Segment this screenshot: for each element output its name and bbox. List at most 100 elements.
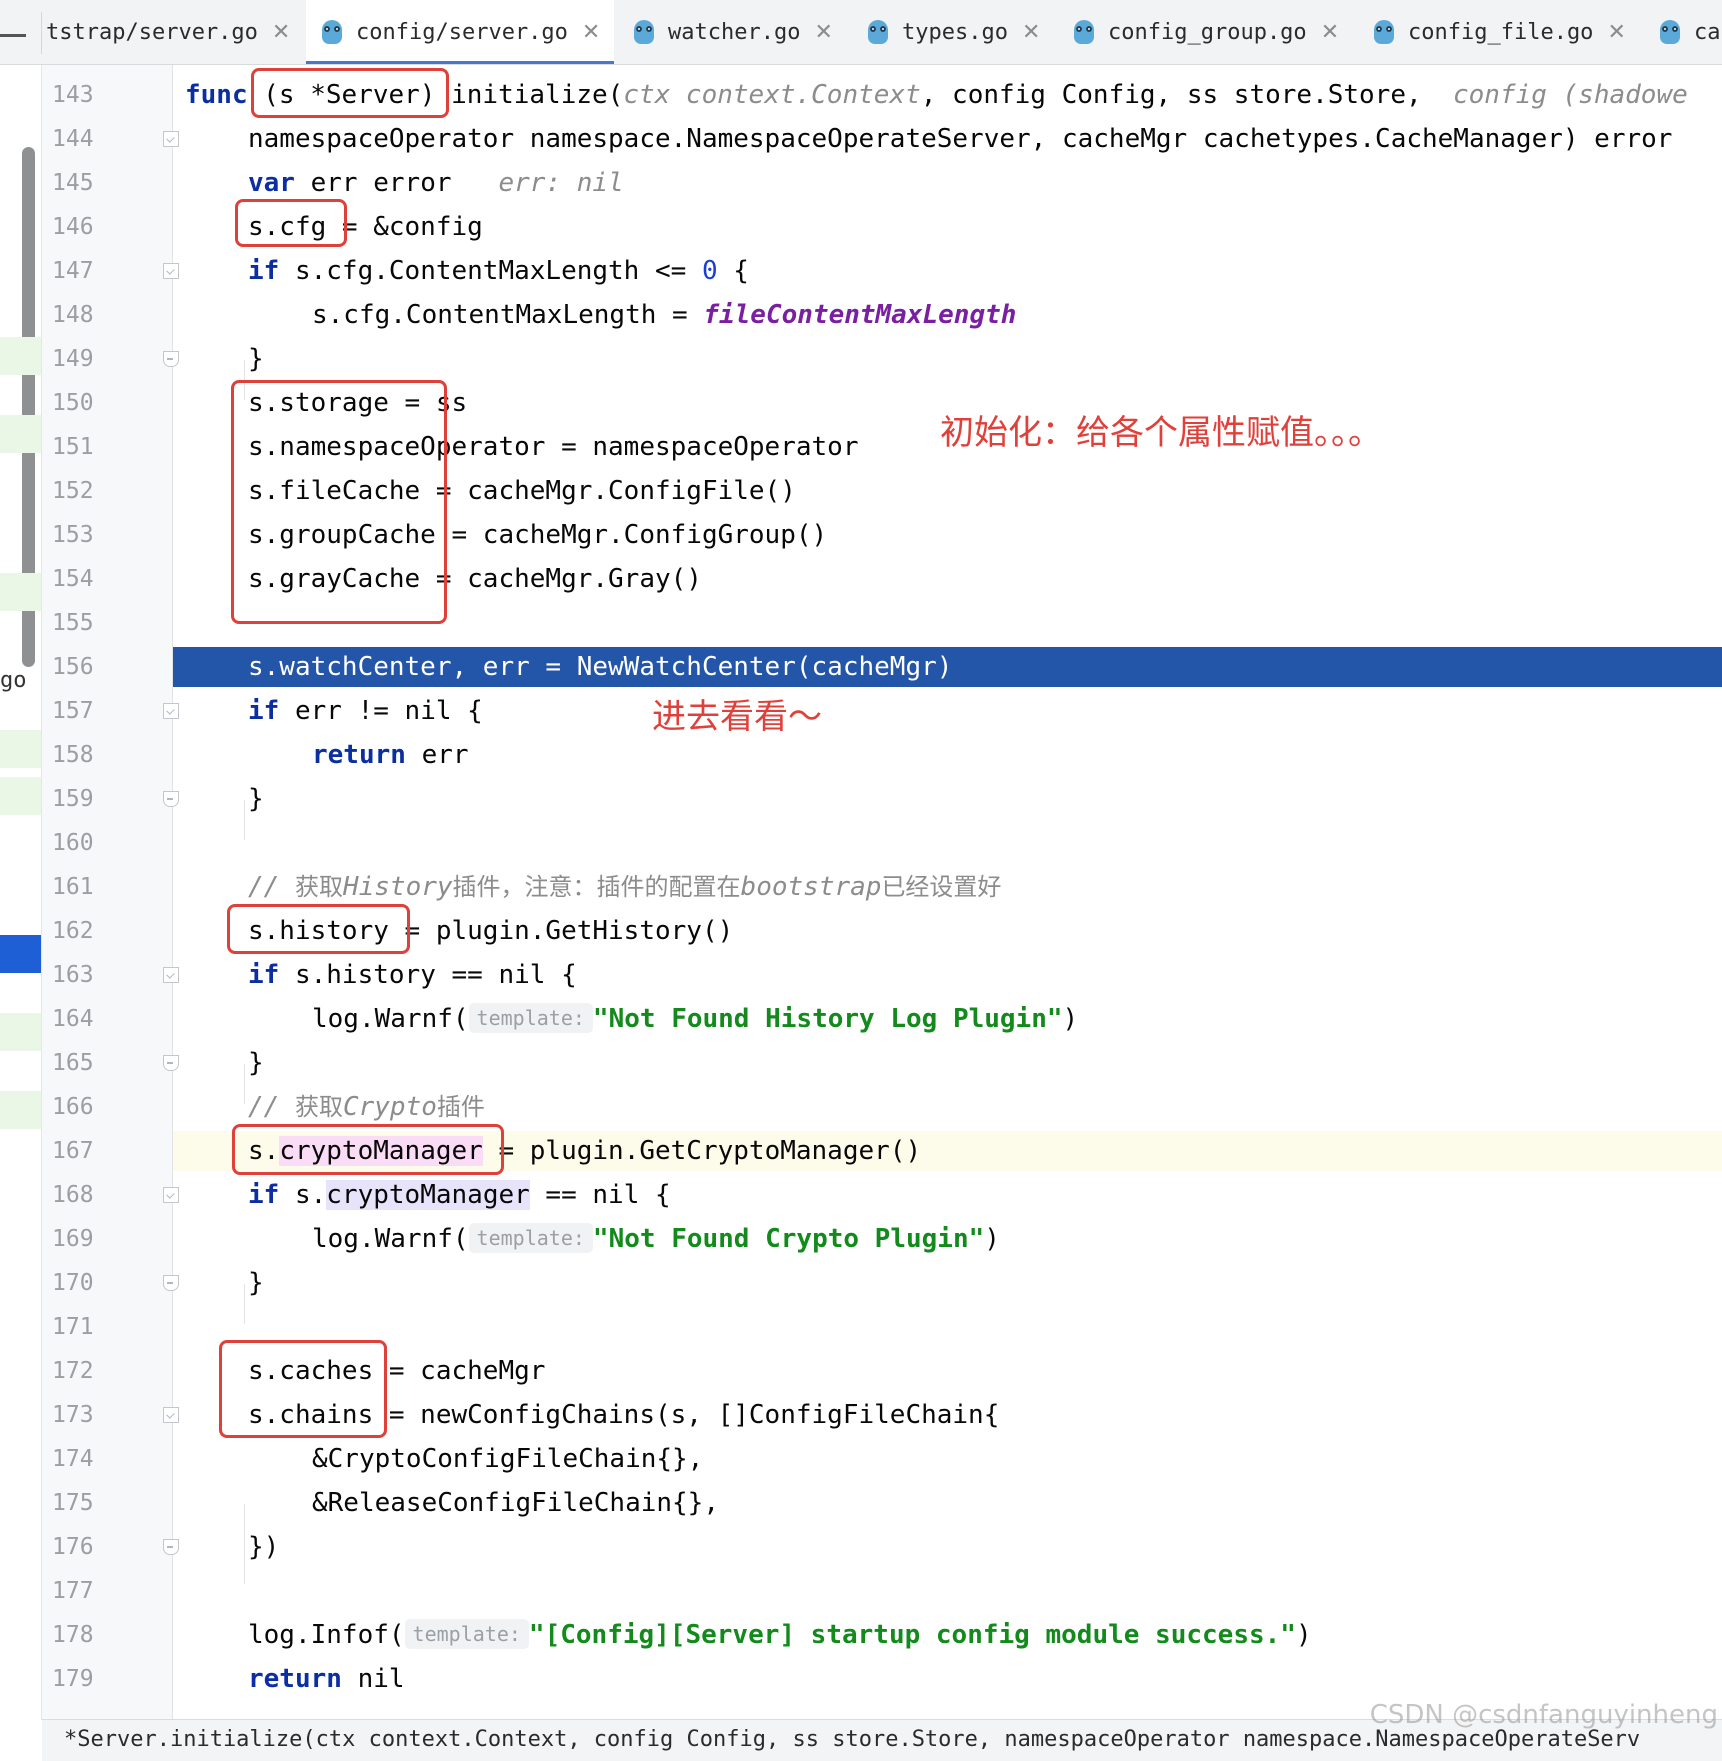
gopher-icon	[1074, 20, 1094, 44]
inline-value-hint: err: nil	[498, 168, 624, 198]
close-icon[interactable]: ✕	[1607, 20, 1625, 45]
tab-label: watcher.go	[668, 19, 801, 45]
line-number: 152	[52, 478, 94, 504]
gopher-icon	[868, 20, 888, 44]
watermark: CSDN @csdnfanguyinheng	[1369, 1700, 1718, 1730]
annotation-init-note: 初始化：给各个属性赋值。。。	[940, 413, 1382, 453]
annotation-box-caches-chains	[219, 1340, 387, 1438]
parameter-hint: template:	[468, 1223, 593, 1253]
code-line-175[interactable]: &ReleaseConfigFileChain{},	[173, 1483, 1722, 1523]
code-line-166[interactable]: // 获取Crypto插件	[173, 1087, 1722, 1127]
line-number: 145	[52, 170, 94, 196]
line-number: 173	[52, 1402, 94, 1428]
parameter-hint: template:	[468, 1003, 593, 1033]
code-line-172[interactable]: s.caches = cacheMgr	[173, 1351, 1722, 1391]
line-number: 161	[52, 874, 94, 900]
tab-types-go[interactable]: types.go ✕	[868, 0, 1040, 64]
tab-label: config/server.go	[356, 19, 568, 45]
annotation-box-cfg	[235, 199, 347, 247]
line-number: 147	[52, 258, 94, 284]
close-icon[interactable]: ✕	[814, 20, 832, 45]
change-marker	[0, 1013, 41, 1051]
annotation-box-fields	[231, 380, 447, 624]
code-line-179[interactable]: return nil	[173, 1659, 1722, 1699]
line-number: 148	[52, 302, 94, 328]
change-marker	[0, 777, 41, 815]
code-line-170[interactable]: }	[173, 1263, 1722, 1303]
project-panel-edge: go	[0, 65, 42, 1720]
line-number: 150	[52, 390, 94, 416]
tab-config-group-go[interactable]: config_group.go ✕	[1074, 0, 1339, 64]
code-line-159[interactable]: }	[173, 779, 1722, 819]
selected-file-marker	[0, 935, 41, 973]
code-line-164[interactable]: log.Warnf(template: "Not Found History Lo…	[173, 999, 1722, 1039]
tab-label: config_group.go	[1108, 19, 1307, 45]
line-number: 178	[52, 1622, 94, 1648]
line-number: 159	[52, 786, 94, 812]
line-number: 157	[52, 698, 94, 724]
collapse-icon[interactable]	[0, 34, 26, 37]
code-line-173[interactable]: s.chains = newConfigChains(s, []ConfigFi…	[173, 1395, 1722, 1435]
line-number: 164	[52, 1006, 94, 1032]
code-line-158[interactable]: return err	[173, 735, 1722, 775]
code-editor[interactable]: func (s *Server) initialize(ctx context.…	[173, 65, 1722, 1720]
tab-config-file-go[interactable]: config_file.go ✕	[1374, 0, 1626, 64]
file-tree-fragment[interactable]: go	[0, 668, 27, 693]
gopher-icon	[634, 20, 654, 44]
line-number: 160	[52, 830, 94, 856]
code-line-178[interactable]: log.Infof(template: "[Config][Server] sta…	[173, 1615, 1722, 1655]
line-number: 176	[52, 1534, 94, 1560]
close-icon[interactable]: ✕	[272, 20, 290, 45]
line-number: 153	[52, 522, 94, 548]
line-number: 158	[52, 742, 94, 768]
line-number: 143	[52, 82, 94, 108]
code-line-165[interactable]: }	[173, 1043, 1722, 1083]
line-number: 149	[52, 346, 94, 372]
annotation-enter-note: 进去看看～	[652, 697, 822, 737]
line-number: 169	[52, 1226, 94, 1252]
tab-truncated[interactable]: ca	[1660, 0, 1721, 64]
line-number: 163	[52, 962, 94, 988]
close-icon[interactable]: ✕	[582, 20, 600, 45]
line-number: 177	[52, 1578, 94, 1604]
code-line-161[interactable]: // 获取History插件，注意：插件的配置在bootstrap已经设置好	[173, 867, 1722, 907]
tab-bootstrap-server-go[interactable]: tstrap/server.go ✕	[46, 0, 290, 64]
execution-point-line-156[interactable]: s.watchCenter, err = NewWatchCenter(cach…	[173, 647, 1722, 687]
line-number: 154	[52, 566, 94, 592]
tab-config-server-go[interactable]: config/server.go ✕	[306, 0, 614, 64]
tab-label: config_file.go	[1408, 19, 1594, 45]
code-line-174[interactable]: &CryptoConfigFileChain{},	[173, 1439, 1722, 1479]
code-line-176[interactable]: })	[173, 1527, 1722, 1567]
close-icon[interactable]: ✕	[1321, 20, 1339, 45]
code-line-147[interactable]: if s.cfg.ContentMaxLength <= 0 {	[173, 251, 1722, 291]
tab-watcher-go[interactable]: watcher.go ✕	[634, 0, 833, 64]
code-line-169[interactable]: log.Warnf(template: "Not Found Crypto Plu…	[173, 1219, 1722, 1259]
code-line-144[interactable]: namespaceOperator namespace.NamespaceOpe…	[173, 119, 1722, 159]
code-line-148[interactable]: s.cfg.ContentMaxLength = fileContentMaxL…	[173, 295, 1722, 335]
change-marker	[0, 573, 41, 611]
annotation-box-history	[227, 904, 410, 954]
code-line-145[interactable]: var err error err: nil	[173, 163, 1722, 203]
line-number: 172	[52, 1358, 94, 1384]
line-number: 167	[52, 1138, 94, 1164]
change-marker	[0, 1091, 41, 1129]
code-line-168[interactable]: if s.cryptoManager == nil {	[173, 1175, 1722, 1215]
change-marker	[0, 730, 41, 768]
gopher-icon	[1660, 20, 1680, 44]
line-number: 170	[52, 1270, 94, 1296]
line-number: 151	[52, 434, 94, 460]
line-number: 174	[52, 1446, 94, 1472]
code-line-149[interactable]: }	[173, 339, 1722, 379]
line-number: 144	[52, 126, 94, 152]
code-line-146[interactable]: s.cfg = &config	[173, 207, 1722, 247]
line-number: 156	[52, 654, 94, 680]
change-marker	[0, 337, 41, 375]
line-number: 166	[52, 1094, 94, 1120]
code-line-157[interactable]: if err != nil {	[173, 691, 1722, 731]
line-number: 179	[52, 1666, 94, 1692]
close-icon[interactable]: ✕	[1022, 20, 1040, 45]
code-line-163[interactable]: if s.history == nil {	[173, 955, 1722, 995]
line-number: 175	[52, 1490, 94, 1516]
annotation-box-crypto	[232, 1124, 504, 1175]
parameter-hint: template:	[404, 1619, 529, 1649]
